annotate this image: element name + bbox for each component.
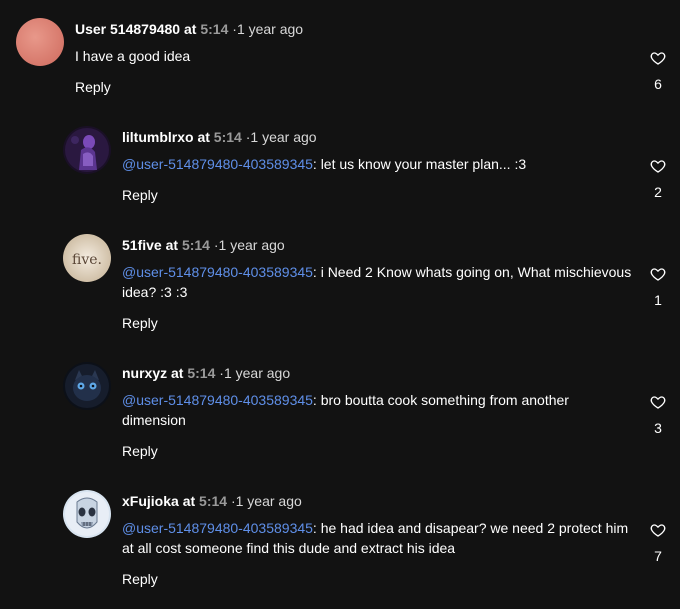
five-logo-text: five.: [72, 252, 102, 268]
mention-link[interactable]: @user-514879480-403589345: [122, 156, 313, 172]
default-avatar-icon[interactable]: [16, 18, 64, 66]
comment-username[interactable]: nurxyz: [122, 365, 167, 381]
like-count: 6: [654, 76, 662, 92]
reply-comment-item: liltumblrxo at 5:14 ·1 year ago @user-51…: [0, 105, 680, 233]
heart-outline-icon[interactable]: [648, 158, 668, 174]
five-logo-avatar[interactable]: five.: [63, 234, 111, 282]
comment-text: I have a good idea: [75, 46, 615, 66]
comment-age: 1 year ago: [235, 493, 302, 509]
reply-button[interactable]: Reply: [122, 570, 158, 588]
reply-comment-item: xFujioka at 5:14 ·1 year ago @user-51487…: [0, 489, 680, 609]
comment-timestamp[interactable]: 5:14: [187, 365, 215, 381]
comment-timestamp[interactable]: 5:14: [199, 493, 227, 509]
comment-username[interactable]: xFujioka: [122, 493, 179, 509]
reply-comment-item: nurxyz at 5:14 ·1 year ago @user-5148794…: [0, 361, 680, 489]
reply-comment-item: five. 51five at 5:14 ·1 year ago @user-5…: [0, 233, 680, 361]
purple-figure-avatar[interactable]: [63, 126, 111, 174]
reply-button[interactable]: Reply: [75, 78, 111, 96]
comment-at-label: at: [165, 237, 179, 253]
reply-button[interactable]: Reply: [122, 186, 158, 204]
comment-timestamp[interactable]: 5:14: [182, 237, 210, 253]
comment-header: 51five at 5:14 ·1 year ago: [122, 236, 285, 254]
mention-link[interactable]: @user-514879480-403589345: [122, 520, 313, 536]
comment-at-label: at: [171, 365, 184, 381]
comment-username[interactable]: 51five: [122, 237, 162, 253]
heart-outline-icon[interactable]: [648, 266, 668, 282]
like-count: 7: [654, 548, 662, 564]
comment-username[interactable]: User 514879480: [75, 21, 180, 37]
comment-body: I have a good idea: [75, 48, 191, 64]
reply-button[interactable]: Reply: [122, 314, 158, 332]
like-count: 3: [654, 420, 662, 436]
mention-link[interactable]: @user-514879480-403589345: [122, 392, 313, 408]
reply-button[interactable]: Reply: [122, 442, 158, 460]
comment-timestamp[interactable]: 5:14: [200, 21, 228, 37]
dark-cat-avatar[interactable]: [63, 362, 111, 410]
comment-timestamp[interactable]: 5:14: [214, 129, 242, 145]
like-count: 2: [654, 184, 662, 200]
heart-outline-icon[interactable]: [648, 50, 668, 66]
comment-age: 1 year ago: [236, 21, 304, 37]
comment-age: 1 year ago: [218, 237, 285, 253]
mask-avatar[interactable]: [63, 490, 111, 538]
comment-text: @user-514879480-403589345: i Need 2 Know…: [122, 262, 637, 302]
comment-item: User 514879480 at 5:14 ·1 year ago I hav…: [0, 0, 680, 105]
comment-header: nurxyz at 5:14 ·1 year ago: [122, 364, 290, 382]
mention-link[interactable]: @user-514879480-403589345: [122, 264, 313, 280]
comment-at-label: at: [182, 493, 196, 509]
like-count: 1: [654, 292, 662, 308]
comment-text: @user-514879480-403589345: he had idea a…: [122, 518, 637, 558]
comment-header: xFujioka at 5:14 ·1 year ago: [122, 492, 302, 510]
comment-header: liltumblrxo at 5:14 ·1 year ago: [122, 128, 317, 146]
comment-text: @user-514879480-403589345: bro boutta co…: [122, 390, 602, 430]
comment-body: : let us know your master plan... :3: [312, 156, 527, 172]
comment-text: @user-514879480-403589345: let us know y…: [122, 154, 642, 174]
comment-username[interactable]: liltumblrxo: [122, 129, 194, 145]
comment-at-label: at: [184, 21, 197, 37]
comment-at-label: at: [197, 129, 210, 145]
heart-outline-icon[interactable]: [648, 522, 668, 538]
heart-outline-icon[interactable]: [648, 394, 668, 410]
comment-age: 1 year ago: [223, 365, 291, 381]
comment-header: User 514879480 at 5:14 ·1 year ago: [75, 20, 303, 38]
comment-age: 1 year ago: [250, 129, 317, 145]
